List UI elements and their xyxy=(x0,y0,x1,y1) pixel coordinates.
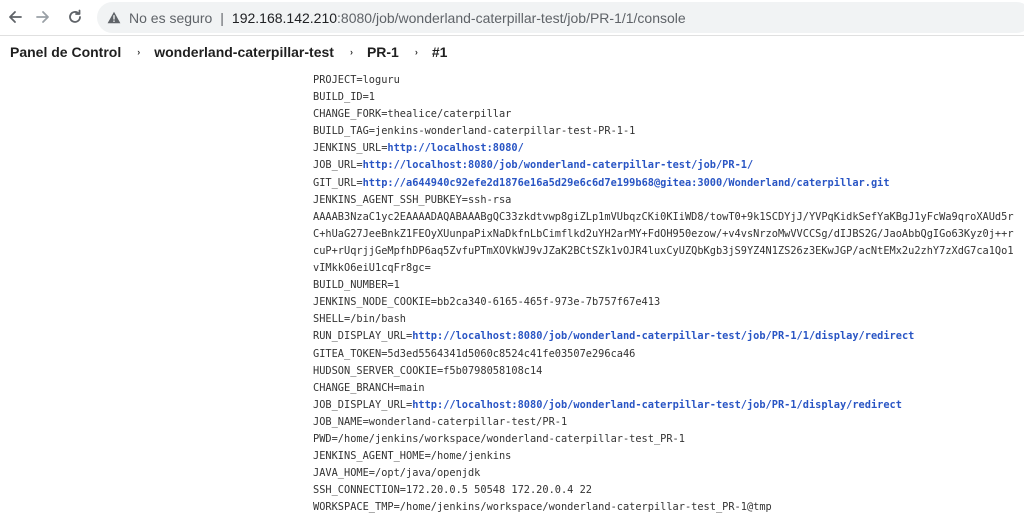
console-line: SSH_CONNECTION=172.20.0.5 50548 172.20.0… xyxy=(313,482,1024,499)
console-line-text: C+hUaG27JeeBnkZ1FEOyXUunpaPixNaDkfnLbCim… xyxy=(313,227,1014,240)
console-line: PWD=/home/jenkins/workspace/wonderland-c… xyxy=(313,431,1024,448)
console-line-text: cuP+rUqrjjGeMpfhDP6aq5ZvfuPTmXOVkWJ9vJZa… xyxy=(313,244,1014,257)
breadcrumb: Panel de Control › wonderland-caterpilla… xyxy=(0,36,1024,68)
forward-button[interactable] xyxy=(30,4,56,30)
console-line-text: SSH_CONNECTION=172.20.0.5 50548 172.20.0… xyxy=(313,484,592,497)
console-line: JENKINS_AGENT_SSH_PUBKEY=ssh-rsa xyxy=(313,192,1024,209)
console-line-text: JOB_DISPLAY_URL= xyxy=(313,398,413,411)
console-line: cuP+rUqrjjGeMpfhDP6aq5ZvfuPTmXOVkWJ9vJZa… xyxy=(313,243,1024,260)
warning-icon[interactable] xyxy=(107,11,121,25)
console-line-text: BUILD_NUMBER=1 xyxy=(313,279,400,292)
console-line: BUILD_ID=1 xyxy=(313,89,1024,106)
console-line: WORKSPACE_TMP=/home/jenkins/workspace/wo… xyxy=(313,499,1024,516)
url-path: :8080/job/wonderland-caterpillar-test/jo… xyxy=(337,9,686,26)
security-label[interactable]: No es seguro xyxy=(129,10,212,26)
console-line: HUDSON_SERVER_COOKIE=f5b0798058108c14 xyxy=(313,363,1024,380)
breadcrumb-separator[interactable]: › xyxy=(137,47,140,57)
console-line: GIT_URL=http://a644940c92efe2d1876e16a5d… xyxy=(313,175,1024,192)
console-link[interactable]: http://localhost:8080/job/wonderland-cat… xyxy=(412,399,902,411)
console-line-text: HUDSON_SERVER_COOKIE=f5b0798058108c14 xyxy=(313,364,543,377)
console-line-text: JENKINS_URL= xyxy=(313,142,388,155)
breadcrumb-branch[interactable]: PR-1 xyxy=(367,44,399,60)
console-line: GITEA_TOKEN=5d3ed5564341d5060c8524c41fe0… xyxy=(313,346,1024,363)
console-line: RUN_DISPLAY_URL=http://localhost:8080/jo… xyxy=(313,328,1024,345)
console-line-text: RUN_DISPLAY_URL= xyxy=(313,330,413,343)
console-line-text: PWD=/home/jenkins/workspace/wonderland-c… xyxy=(313,432,685,445)
console-link[interactable]: http://localhost:8080/job/wonderland-cat… xyxy=(412,330,914,342)
breadcrumb-separator[interactable]: › xyxy=(350,47,353,57)
console-line: JOB_DISPLAY_URL=http://localhost:8080/jo… xyxy=(313,397,1024,414)
console-line-text: JOB_URL= xyxy=(313,159,363,172)
breadcrumb-job[interactable]: wonderland-caterpillar-test xyxy=(154,44,334,60)
url-host: 192.168.142.210 xyxy=(231,9,338,26)
console-line-text: vIMkkO6eiU1cqFr8gc= xyxy=(313,262,431,275)
console-line: JENKINS_AGENT_HOME=/home/jenkins xyxy=(313,448,1024,465)
console-line-text: SHELL=/bin/bash xyxy=(313,313,406,326)
console-line: CHANGE_FORK=thealice/caterpillar xyxy=(313,106,1024,123)
console-output: PROJECT=loguru BUILD_ID=1 CHANGE_FORK=thea… xyxy=(313,72,1024,521)
console-line: JAVA_HOME=/opt/java/openjdk xyxy=(313,465,1024,482)
console-line: BUILD_NUMBER=1 xyxy=(313,277,1024,294)
console-line-text: JENKINS_NODE_COOKIE=bb2ca340-6165-465f-9… xyxy=(313,296,661,309)
breadcrumb-separator[interactable]: › xyxy=(415,47,418,57)
console-line-text: WORKSPACE_TMP=/home/jenkins/workspace/wo… xyxy=(313,501,772,514)
console-line: vIMkkO6eiU1cqFr8gc= xyxy=(313,260,1024,277)
console-link[interactable]: http://a644940c92efe2d1876e16a5d29e6c6d7… xyxy=(363,177,890,189)
breadcrumb-build[interactable]: #1 xyxy=(432,44,448,60)
forward-arrow-icon xyxy=(35,9,51,25)
console-line-text: BUILD_TAG=jenkins-wonderland-caterpillar… xyxy=(313,125,636,138)
console-line-text: BUILD_ID=1 xyxy=(313,91,375,104)
console-line-text: GIT_URL= xyxy=(313,176,363,189)
console-line-text: JENKINS_AGENT_SSH_PUBKEY=ssh-rsa xyxy=(313,193,512,206)
console-line: C+hUaG27JeeBnkZ1FEOyXUunpaPixNaDkfnLbCim… xyxy=(313,226,1024,243)
console-line: CHANGE_BRANCH=main xyxy=(313,380,1024,397)
console-line: SHELL=/bin/bash xyxy=(313,311,1024,328)
back-arrow-icon xyxy=(7,9,23,25)
console-line-text: JOB_NAME=wonderland-caterpillar-test/PR-… xyxy=(313,415,568,428)
console-line: AAAAB3NzaC1yc2EAAAADAQABAAABgQC33zkdtvwp… xyxy=(313,209,1024,226)
console-line-text: JAVA_HOME=/opt/java/openjdk xyxy=(313,467,481,480)
console-line-text: CHANGE_FORK=thealice/caterpillar xyxy=(313,108,512,121)
reload-icon xyxy=(67,9,83,25)
console-line: PROJECT=loguru xyxy=(313,72,1024,89)
console-line: BUILD_TAG=jenkins-wonderland-caterpillar… xyxy=(313,123,1024,140)
breadcrumb-dashboard[interactable]: Panel de Control xyxy=(10,44,121,60)
console-line: JOB_URL=http://localhost:8080/job/wonder… xyxy=(313,157,1024,174)
reload-button[interactable] xyxy=(62,4,88,30)
console-link[interactable]: http://localhost:8080/job/wonderland-cat… xyxy=(363,159,754,171)
console-line-text: GITEA_TOKEN=5d3ed5564341d5060c8524c41fe0… xyxy=(313,347,636,360)
console-line: JOB_NAME=wonderland-caterpillar-test/PR-… xyxy=(313,414,1024,431)
console-line: JENKINS_URL=http://localhost:8080/ xyxy=(313,140,1024,157)
console-line-text: PROJECT=loguru xyxy=(313,74,400,86)
console-link[interactable]: http://localhost:8080/ xyxy=(387,142,523,154)
console-line-text: AAAAB3NzaC1yc2EAAAADAQABAAABgQC33zkdtvwp… xyxy=(313,210,1014,223)
address-separator: | xyxy=(220,9,224,26)
back-button[interactable] xyxy=(2,4,28,30)
address-bar[interactable]: No es seguro | 192.168.142.210:8080/job/… xyxy=(97,2,1024,33)
console-line: JENKINS_NODE_COOKIE=bb2ca340-6165-465f-9… xyxy=(313,294,1024,311)
console-line-text: CHANGE_BRANCH=main xyxy=(313,381,425,394)
console-line-text: JENKINS_AGENT_HOME=/home/jenkins xyxy=(313,450,512,463)
browser-toolbar: No es seguro | 192.168.142.210:8080/job/… xyxy=(0,0,1024,35)
